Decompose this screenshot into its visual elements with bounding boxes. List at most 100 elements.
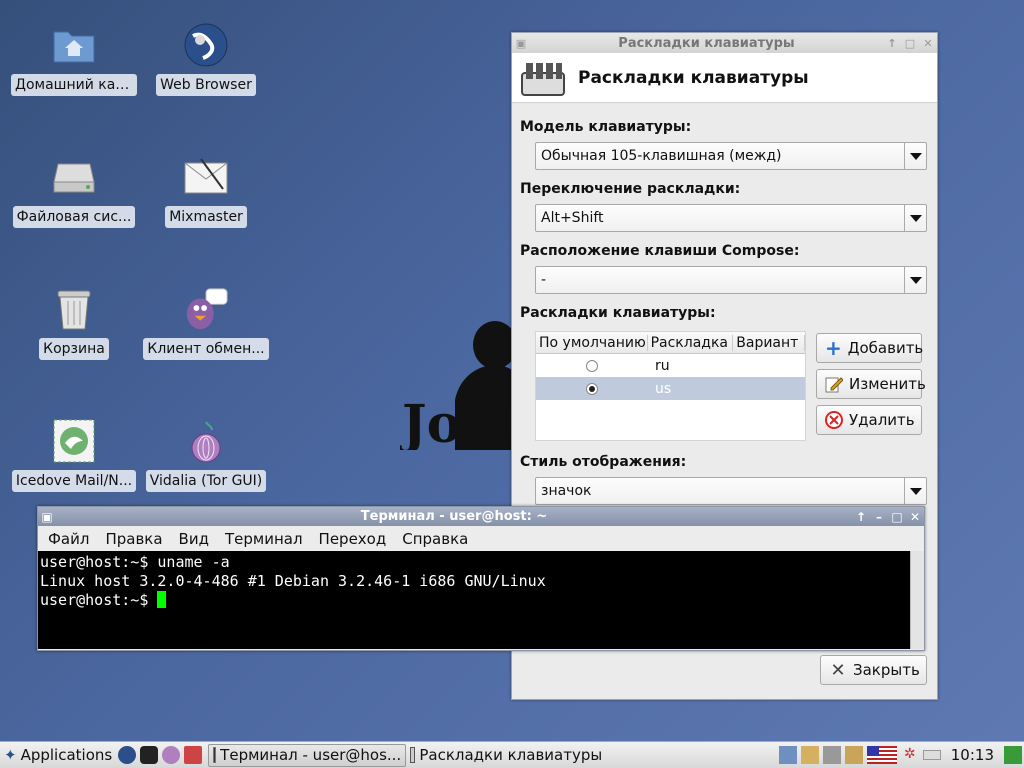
desktop-icon-label: Vidalia (Tor GUI) — [145, 470, 267, 492]
keyboard-icon — [410, 747, 416, 763]
desktop-icon-label: Корзина — [39, 338, 109, 360]
display-style-select[interactable]: значок — [535, 477, 927, 505]
keyboard-model-value: Обычная 105-клавишная (межд) — [541, 148, 782, 164]
menu-file[interactable]: Файл — [48, 530, 89, 548]
chevron-down-icon[interactable] — [904, 478, 926, 504]
trash-icon — [51, 286, 97, 332]
close-icon: ✕ — [830, 659, 846, 681]
dialog-heading: Раскладки клавиатуры — [578, 67, 809, 88]
edit-icon — [825, 375, 843, 393]
applications-label: Applications — [20, 746, 113, 764]
menu-terminal[interactable]: Терминал — [225, 530, 303, 548]
window-up-icon[interactable]: ↑ — [883, 37, 901, 50]
applications-menu[interactable]: ✦ Applications — [0, 744, 116, 767]
layout-switch-select[interactable]: Alt+Shift — [535, 204, 927, 232]
style-label: Стиль отображения: — [520, 454, 687, 470]
chevron-down-icon[interactable] — [904, 205, 926, 231]
menu-help[interactable]: Справка — [402, 530, 468, 548]
window-maximize-icon[interactable]: □ — [888, 510, 906, 524]
chevron-down-icon[interactable] — [904, 267, 926, 293]
terminal-line: user@host:~$ — [40, 591, 158, 609]
dialog-header: Раскладки клавиатуры — [512, 53, 937, 103]
terminal-app-icon — [213, 747, 217, 763]
settings-gear-icon[interactable]: ✲ — [901, 746, 919, 764]
task-label: Раскладки клавиатуры — [419, 746, 603, 764]
window-title: Раскладки клавиатуры — [618, 35, 795, 51]
icedove-icon — [51, 418, 97, 464]
home-folder-icon — [51, 22, 97, 68]
edit-button-label: Изменить — [849, 375, 926, 393]
terminal-line: user@host:~$ uname -a — [40, 553, 230, 571]
mail-envelope-icon — [183, 154, 229, 200]
desktop-icon-label: Web Browser — [156, 74, 256, 96]
terminal-window[interactable]: ▣ Терминал - user@host: ~ ↑ – □ ✕ Файл П… — [37, 506, 925, 651]
compose-label: Расположение клавиши Compose: — [520, 243, 800, 259]
desktop-icon-trash[interactable]: Корзина — [9, 286, 139, 364]
desktop-icon-home[interactable]: Домашний кат... — [9, 22, 139, 100]
folder-icon[interactable] — [844, 746, 863, 764]
default-radio[interactable] — [586, 359, 598, 372]
terminal-scrollbar[interactable] — [910, 551, 924, 649]
add-button[interactable]: + Добавить — [816, 333, 923, 363]
window-titlebar[interactable]: ▣ Терминал - user@host: ~ ↑ – □ ✕ — [38, 507, 924, 526]
logout-icon[interactable] — [1004, 746, 1022, 764]
table-header: По умолчанию Раскладка Вариант — [536, 332, 805, 354]
taskbar-task-terminal[interactable]: Терминал - user@hos... — [208, 743, 407, 767]
window-menu-icon[interactable]: ▣ — [512, 37, 530, 50]
desktop-icon-label: Домашний кат... — [11, 74, 137, 96]
window-minimize-icon[interactable]: – — [870, 510, 888, 524]
column-layout[interactable]: Раскладка — [648, 334, 734, 351]
onion-icon — [183, 418, 229, 464]
window-title: Терминал - user@host: ~ — [360, 509, 548, 524]
desktop-icon-vidalia[interactable]: Vidalia (Tor GUI) — [141, 418, 271, 496]
taskbar-task-keyboard[interactable]: Раскладки клавиатуры — [406, 744, 606, 767]
column-default[interactable]: По умолчанию — [536, 334, 648, 351]
terminal-screen[interactable]: user@host:~$ uname -a Linux host 3.2.0-4-… — [38, 551, 910, 649]
table-row[interactable]: ru — [536, 354, 805, 377]
terminal-app-icon[interactable]: ▣ — [38, 510, 56, 524]
close-button[interactable]: ✕ Закрыть — [820, 655, 927, 685]
keyboard-icon — [521, 62, 565, 96]
hard-drive-icon — [51, 154, 97, 200]
table-row[interactable]: us — [536, 377, 805, 400]
compose-key-select[interactable]: - — [535, 266, 927, 294]
applications-menu-icon: ✦ — [4, 746, 17, 764]
screenshot-icon[interactable] — [822, 746, 841, 764]
layout-code: ru — [655, 357, 670, 374]
window-close-icon[interactable]: ✕ — [919, 37, 937, 50]
menu-go[interactable]: Переход — [319, 530, 387, 548]
jondo-launcher-icon[interactable] — [140, 746, 159, 764]
menu-edit[interactable]: Правка — [105, 530, 162, 548]
desktop-icon-label: Mixmaster — [165, 206, 247, 228]
onion-launcher-icon[interactable] — [162, 746, 181, 764]
desktop-icon-mixmaster[interactable]: Mixmaster — [141, 154, 271, 232]
drive-icon[interactable] — [922, 750, 941, 760]
compose-key-value: - — [541, 272, 547, 288]
web-browser-launcher-icon[interactable] — [118, 746, 137, 764]
chevron-down-icon[interactable] — [904, 143, 926, 169]
column-variant[interactable]: Вариант — [733, 334, 805, 351]
desktop-icon-label: Icedove Mail/N... — [11, 470, 137, 492]
window-titlebar[interactable]: ▣ Раскладки клавиатуры ↑ □ ✕ — [512, 33, 937, 53]
mixmaster-launcher-icon[interactable] — [184, 746, 203, 764]
desktop-icon-icedove[interactable]: Icedove Mail/N... — [9, 418, 139, 496]
window-up-icon[interactable]: ↑ — [852, 510, 870, 524]
menu-view[interactable]: Вид — [179, 530, 209, 548]
keyboard-model-select[interactable]: Обычная 105-клавишная (межд) — [535, 142, 927, 170]
desktop-icon-web-browser[interactable]: Web Browser — [141, 22, 271, 100]
layouts-table[interactable]: По умолчанию Раскладка Вариант ru us — [535, 331, 806, 441]
network-icon[interactable] — [778, 746, 797, 764]
edit-button[interactable]: Изменить — [816, 369, 926, 399]
delete-button-label: Удалить — [849, 411, 915, 429]
window-maximize-icon[interactable]: □ — [901, 37, 919, 50]
default-radio[interactable] — [586, 382, 598, 395]
switch-label: Переключение раскладки: — [520, 181, 741, 197]
desktop-icon-filesystem[interactable]: Файловая сис... — [9, 154, 139, 232]
clock[interactable]: 10:13 — [951, 746, 994, 764]
desktop-icon-pidgin[interactable]: Клиент обмен... — [141, 286, 271, 364]
window-close-icon[interactable]: ✕ — [906, 510, 924, 524]
us-flag-icon[interactable] — [866, 746, 897, 764]
text-cursor — [157, 591, 167, 608]
delete-button[interactable]: Удалить — [816, 405, 922, 435]
clipboard-icon[interactable] — [800, 746, 819, 764]
